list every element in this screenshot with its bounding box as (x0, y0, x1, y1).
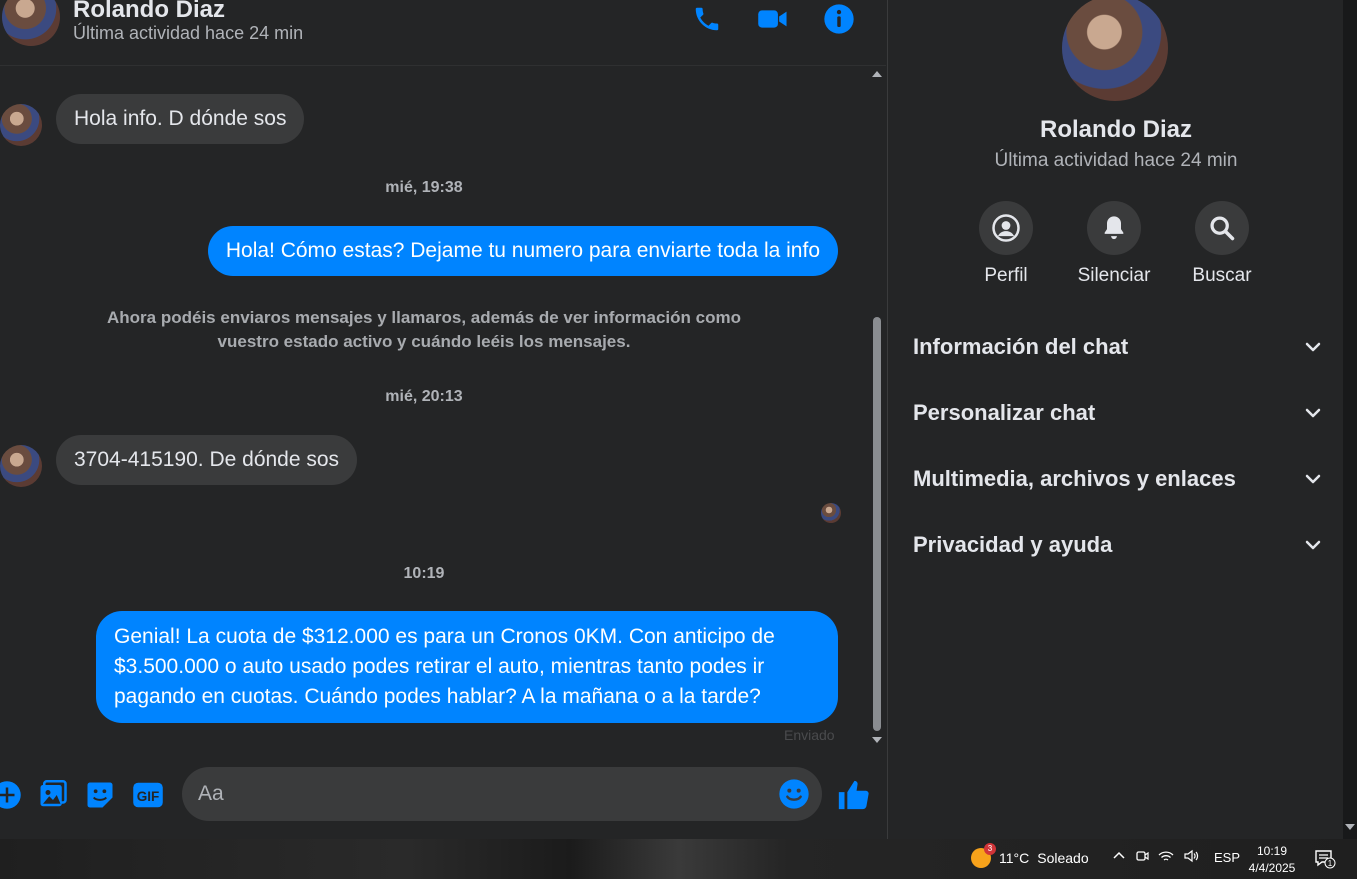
volume-icon[interactable] (1183, 849, 1199, 866)
clock-time: 10:19 (1256, 844, 1288, 858)
contact-name[interactable]: Rolando Diaz (73, 0, 225, 24)
message-incoming[interactable]: Hola info. D dónde sos (56, 94, 305, 144)
section-chat-info[interactable]: Información del chat (913, 327, 1323, 367)
search-icon[interactable] (1195, 201, 1249, 255)
chevron-down-icon (1305, 408, 1321, 418)
notification-icon[interactable]: 1 (1314, 849, 1336, 874)
video-icon[interactable] (756, 2, 790, 36)
profile-button[interactable]: Perfil (961, 201, 1051, 287)
avatar[interactable] (0, 104, 42, 146)
photo-icon[interactable] (36, 778, 70, 812)
chat-scrollbar[interactable] (868, 66, 886, 752)
info-icon[interactable] (822, 2, 856, 36)
message-outgoing[interactable]: Hola! Cómo estas? Dejame tu numero para … (207, 226, 838, 276)
chat-info-pane: Rolando Diaz Última actividad hace 24 mi… (887, 0, 1343, 839)
sticker-icon[interactable] (83, 778, 117, 812)
window-scrollbar[interactable] (1343, 0, 1357, 839)
emoji-icon[interactable] (778, 778, 810, 815)
search-button[interactable]: Buscar (1177, 201, 1267, 287)
message-incoming[interactable]: 3704-415190. De dónde sos (56, 435, 358, 485)
connection-notice: Ahora podéis enviaros mensajes y llamaro… (107, 308, 741, 351)
message-list[interactable]: Hola info. D dónde sos mié, 19:38 Hola! … (0, 66, 868, 752)
section-customize-chat[interactable]: Personalizar chat (913, 393, 1323, 433)
gif-icon[interactable]: GIF (131, 778, 165, 812)
plus-icon[interactable] (0, 778, 24, 812)
avatar[interactable] (0, 445, 42, 487)
weather-widget[interactable]: 3 11°C Soleado (971, 843, 1089, 868)
scroll-down-arrow-icon[interactable] (872, 737, 882, 743)
message-input[interactable] (198, 767, 778, 821)
section-label: Multimedia, archivos y enlaces (913, 466, 1236, 491)
section-privacy-help[interactable]: Privacidad y ayuda (913, 525, 1323, 565)
timestamp: mié, 20:13 (385, 388, 463, 405)
section-label: Privacidad y ayuda (913, 532, 1113, 557)
section-label: Personalizar chat (913, 400, 1096, 425)
taskbar: 3 11°C Soleado ESP 10:19 4/4/2025 1 (0, 839, 1357, 879)
system-tray: ESP (1112, 849, 1240, 866)
svg-text:1: 1 (1328, 859, 1333, 868)
chevron-down-icon (1305, 540, 1321, 550)
chat-pane: Rolando Diaz Última actividad hace 24 mi… (0, 0, 886, 839)
chevron-down-icon (1305, 474, 1321, 484)
profile-label: Perfil (984, 265, 1028, 286)
mute-button[interactable]: Silenciar (1069, 201, 1159, 287)
clock-date: 4/4/2025 (1248, 861, 1296, 875)
search-label: Buscar (1192, 265, 1252, 286)
language-indicator[interactable]: ESP (1214, 850, 1240, 865)
messenger-app: Rolando Diaz Última actividad hace 24 mi… (0, 0, 1357, 839)
mute-label: Silenciar (1077, 265, 1151, 286)
weather-badge: 3 (984, 843, 996, 855)
sent-status: Enviado (784, 727, 835, 743)
section-label: Información del chat (913, 334, 1129, 359)
seen-indicator-avatar (821, 503, 841, 523)
chevron-up-icon[interactable] (1112, 849, 1126, 866)
svg-text:GIF: GIF (137, 789, 160, 804)
avatar[interactable] (1062, 0, 1168, 101)
wifi-icon[interactable] (1158, 849, 1174, 866)
bell-icon[interactable] (1087, 201, 1141, 255)
contact-name: Rolando Diaz (1039, 116, 1192, 143)
chat-header: Rolando Diaz Última actividad hace 24 mi… (0, 0, 886, 66)
timestamp: 10:19 (403, 565, 445, 582)
timestamp: mié, 19:38 (385, 179, 463, 196)
like-icon[interactable] (836, 778, 870, 812)
clock[interactable]: 10:19 4/4/2025 (1246, 843, 1298, 877)
chevron-down-icon (1305, 342, 1321, 352)
message-outgoing[interactable]: Genial! La cuota de $312.000 es para un … (96, 611, 838, 723)
weather-temp: 11°C (999, 850, 1030, 866)
last-active-status: Última actividad hace 24 min (994, 150, 1238, 171)
meet-icon[interactable] (1135, 849, 1149, 866)
scroll-up-arrow-icon[interactable] (872, 71, 882, 77)
composer: GIF (0, 760, 886, 830)
profile-icon[interactable] (979, 201, 1033, 255)
avatar[interactable] (2, 0, 60, 46)
phone-icon[interactable] (690, 2, 724, 36)
section-media-files[interactable]: Multimedia, archivos y enlaces (913, 459, 1323, 499)
scroll-thumb[interactable] (873, 317, 881, 731)
scroll-down-arrow-icon[interactable] (1345, 824, 1355, 830)
message-input-box[interactable] (182, 767, 822, 821)
weather-text: Soleado (1037, 850, 1089, 866)
last-active-status: Última actividad hace 24 min (73, 23, 304, 43)
sun-icon: 3 (971, 843, 996, 868)
